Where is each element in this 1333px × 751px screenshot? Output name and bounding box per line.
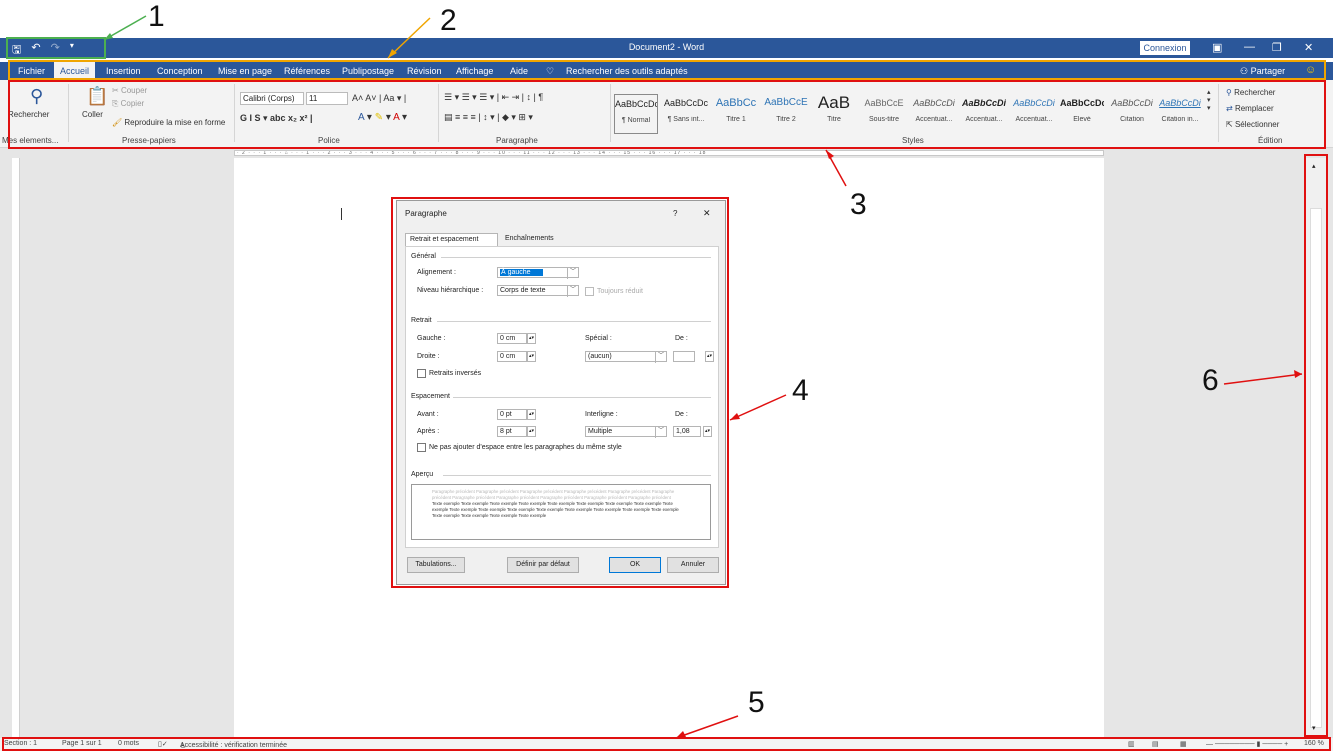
annotation-number-2: 2 [440, 4, 457, 37]
arrowhead-1 [104, 33, 113, 40]
arrowhead-6 [1294, 370, 1302, 378]
arrowhead-5 [676, 731, 686, 738]
annotation-number-1: 1 [148, 0, 165, 33]
annotation-arrows [103, 15, 1303, 739]
annotation-number-3: 3 [850, 188, 867, 221]
arrow-6 [1223, 373, 1303, 385]
arrow-5 [675, 715, 739, 739]
arrowhead-4 [730, 413, 740, 420]
arrowhead-3 [826, 150, 834, 159]
annotation-number-6: 6 [1202, 364, 1219, 397]
annotation-number-4: 4 [792, 374, 809, 407]
annotation-number-5: 5 [748, 686, 765, 719]
